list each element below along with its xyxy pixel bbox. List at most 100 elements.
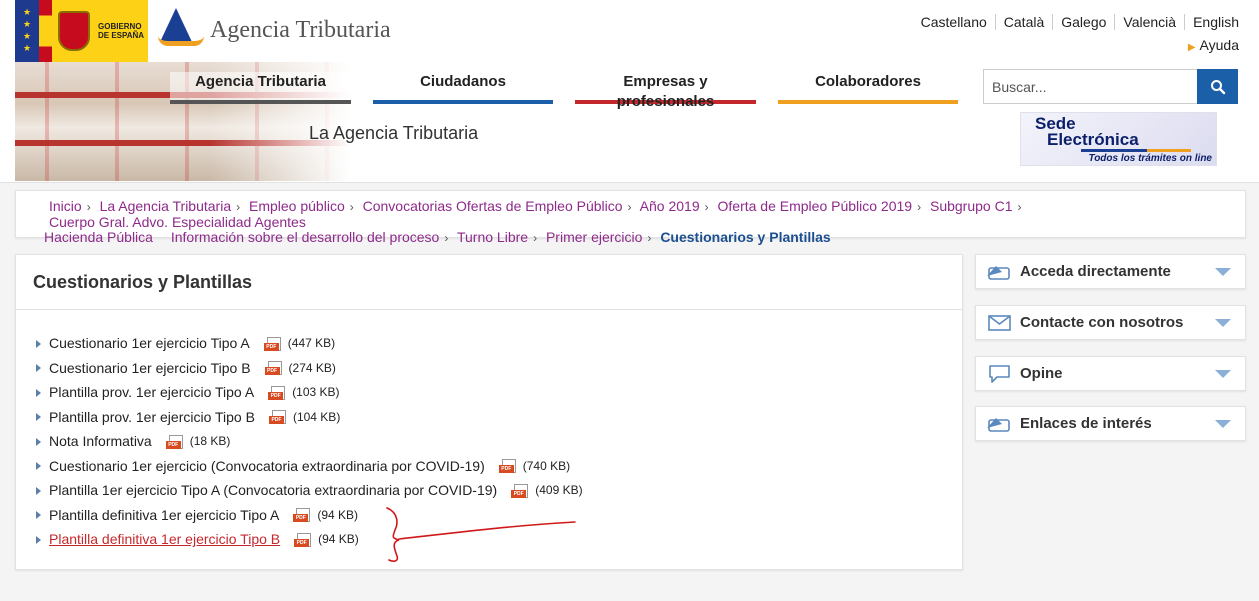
list-item: Plantilla prov. 1er ejercicio Tipo B PDF (… — [36, 405, 583, 430]
pdf-icon[interactable]: PDF — [264, 361, 283, 376]
language-selector: Castellano Català Galego Valencià Englis… — [913, 14, 1239, 30]
bullet-triangle-icon — [36, 413, 41, 422]
help-link[interactable]: ▶ Ayuda — [1188, 37, 1239, 53]
sede-label-line2: Electrónica — [1047, 130, 1139, 149]
help-label: Ayuda — [1199, 37, 1239, 53]
sede-underline — [1081, 149, 1191, 152]
bullet-triangle-icon — [36, 511, 41, 520]
document-link[interactable]: Plantilla definitiva 1er ejercicio Tipo … — [49, 531, 280, 547]
file-size: (94 KB) — [318, 532, 359, 547]
breadcrumb-item-turno[interactable]: Turno Libre — [457, 229, 528, 245]
sede-electronica-banner[interactable]: Sede Electrónica Todos los trámites on l… — [1020, 112, 1217, 166]
breadcrumb-item-cuerpo-cont[interactable]: Hacienda Pública — [44, 229, 153, 245]
search-button[interactable] — [1197, 69, 1238, 104]
breadcrumb-separator-icon: › — [158, 231, 162, 245]
nav-empresas-profesionales[interactable]: Empresas y profesionales — [575, 72, 756, 110]
sede-tagline: Todos los trámites on line — [1088, 153, 1212, 164]
lang-english[interactable]: English — [1184, 14, 1239, 30]
page-title: Cuestionarios y Plantillas — [33, 272, 253, 292]
breadcrumb-separator-icon: › — [704, 200, 709, 214]
breadcrumb-separator-icon: › — [1017, 200, 1022, 214]
bullet-triangle-icon — [36, 437, 41, 446]
breadcrumb-separator-icon: › — [647, 231, 652, 245]
breadcrumb-item-cuerpo[interactable]: Cuerpo Gral. Advo. Especialidad Agentes — [49, 214, 306, 230]
sidebar-item-opine[interactable]: Opine — [975, 356, 1246, 391]
agencia-tributaria-logo[interactable]: Agencia Tributaria — [158, 8, 391, 52]
breadcrumb-item-convocatorias[interactable]: Convocatorias Ofertas de Empleo Público — [363, 198, 623, 214]
file-size: (104 KB) — [292, 409, 341, 424]
list-item: Cuestionario 1er ejercicio (Convocatoria… — [36, 454, 583, 479]
sidebar-item-label: Contacte con nosotros — [1020, 314, 1184, 331]
search-box — [983, 69, 1238, 104]
list-item: Cuestionario 1er ejercicio Tipo A PDF (447… — [36, 331, 583, 356]
coat-of-arms-icon — [52, 0, 96, 62]
chevron-down-icon — [1215, 419, 1231, 428]
breadcrumb: Inicio › La Agencia Tributaria › Empleo pú… — [15, 190, 1246, 245]
pdf-icon[interactable]: PDF — [263, 336, 282, 352]
envelope-icon — [988, 314, 1011, 331]
breadcrumb-item-informacion[interactable]: Información sobre el desarrollo del proc… — [171, 229, 439, 245]
breadcrumb-item-agencia[interactable]: La Agencia Tributaria — [100, 198, 232, 214]
file-size: (94 KB) — [317, 507, 359, 522]
document-link[interactable]: Plantilla prov. 1er ejercicio Tipo A — [49, 384, 254, 400]
sidebar-item-label: Acceda directamente — [1020, 263, 1171, 280]
document-link[interactable]: Cuestionario 1er ejercicio (Convocatoria… — [49, 458, 485, 474]
pdf-icon[interactable]: PDF — [293, 508, 311, 523]
list-item: Plantilla prov. 1er ejercicio Tipo A PDF (… — [36, 380, 583, 405]
lang-galego[interactable]: Galego — [1052, 14, 1114, 30]
lang-valencia[interactable]: Valencià — [1114, 14, 1184, 30]
search-icon — [1210, 79, 1225, 94]
agency-name: Agencia Tributaria — [210, 16, 391, 43]
breadcrumb-separator-icon: › — [533, 231, 538, 245]
banner-title: La Agencia Tributaria — [309, 123, 479, 143]
document-link[interactable]: Cuestionario 1er ejercicio Tipo B — [49, 360, 251, 376]
sidebar-item-contacte[interactable]: Contacte con nosotros — [975, 305, 1246, 340]
breadcrumb-item-ano[interactable]: Año 2019 — [640, 198, 700, 214]
list-item: Cuestionario 1er ejercicio Tipo B PDF (274… — [36, 356, 583, 381]
sidebar-item-enlaces[interactable]: Enlaces de interés — [975, 406, 1246, 441]
breadcrumb-separator-icon: › — [444, 231, 449, 245]
document-link[interactable]: Plantilla 1er ejercicio Tipo A (Convocat… — [49, 482, 497, 498]
document-link[interactable]: Plantilla definitiva 1er ejercicio Tipo … — [49, 507, 279, 523]
lang-catala[interactable]: Català — [994, 14, 1052, 30]
links-icon — [987, 417, 1010, 432]
breadcrumb-separator-icon: › — [917, 200, 922, 214]
pdf-icon[interactable]: PDF — [511, 483, 529, 499]
file-size: (103 KB) — [292, 385, 340, 400]
list-item: Plantilla 1er ejercicio Tipo A (Convocat… — [36, 478, 583, 503]
breadcrumb-item-oferta[interactable]: Oferta de Empleo Público 2019 — [718, 198, 913, 214]
spain-flag-icon — [39, 0, 52, 62]
pdf-icon[interactable]: PDF — [268, 410, 287, 425]
file-size: (274 KB) — [288, 360, 336, 375]
chevron-down-icon — [1215, 267, 1231, 276]
breadcrumb-current: Cuestionarios y Plantillas — [660, 229, 831, 245]
bullet-triangle-icon — [36, 364, 41, 373]
bullet-triangle-icon — [36, 388, 41, 397]
document-link[interactable]: Cuestionario 1er ejercicio Tipo A — [49, 335, 250, 351]
pdf-icon[interactable]: PDF — [294, 532, 312, 548]
document-link[interactable]: Plantilla prov. 1er ejercicio Tipo B — [49, 409, 255, 425]
nav-agencia-tributaria[interactable]: Agencia Tributaria — [170, 72, 351, 104]
breadcrumb-separator-icon: › — [236, 200, 241, 214]
pdf-icon[interactable]: PDF — [268, 385, 286, 401]
search-input[interactable] — [983, 69, 1197, 104]
breadcrumb-item-primer-ejercicio[interactable]: Primer ejercicio — [546, 229, 642, 245]
sidebar-item-label: Opine — [1020, 365, 1063, 382]
sidebar-item-acceda-directamente[interactable]: Acceda directamente — [975, 254, 1246, 289]
breadcrumb-item-empleo[interactable]: Empleo público — [249, 198, 345, 214]
breadcrumb-item-subgrupo[interactable]: Subgrupo C1 — [930, 198, 1013, 214]
pdf-icon[interactable]: PDF — [165, 434, 184, 450]
bullet-triangle-icon — [36, 339, 41, 348]
pdf-icon[interactable]: PDF — [498, 459, 517, 474]
bullet-triangle-icon — [36, 486, 41, 495]
file-size: (18 KB) — [189, 434, 231, 449]
breadcrumb-item-inicio[interactable]: Inicio — [49, 198, 82, 214]
gobierno-espana-logo[interactable]: ★ ★ ★ ★ GOBIERNO DE ESPAÑA — [15, 0, 148, 62]
direct-access-icon — [987, 265, 1010, 280]
document-link[interactable]: Nota Informativa — [49, 433, 152, 449]
gov-logo-text: GOBIERNO DE ESPAÑA — [98, 22, 145, 40]
lang-castellano[interactable]: Castellano — [913, 14, 995, 30]
nav-colaboradores[interactable]: Colaboradores — [778, 72, 958, 104]
nav-ciudadanos[interactable]: Ciudadanos — [373, 72, 553, 104]
chevron-down-icon — [1215, 369, 1231, 378]
